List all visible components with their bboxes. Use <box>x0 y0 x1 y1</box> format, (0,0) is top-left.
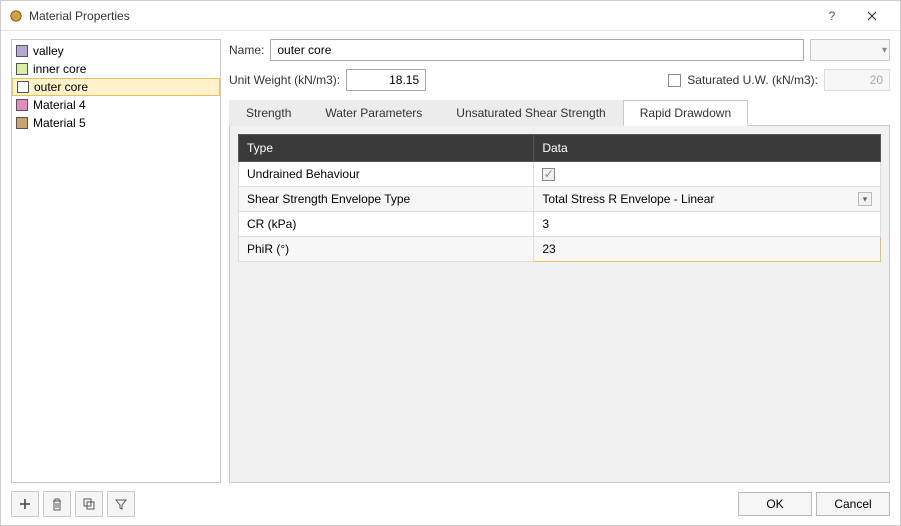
grid-cell-type[interactable]: Undrained Behaviour <box>239 162 534 187</box>
copy-button[interactable] <box>75 491 103 517</box>
trash-icon <box>51 498 63 511</box>
material-item[interactable]: Material 5 <box>12 114 220 132</box>
saturated-input <box>824 69 890 91</box>
ok-button[interactable]: OK <box>738 492 812 516</box>
dialog-body: valley inner core outer core Material 4 Mate… <box>1 31 900 483</box>
material-list-panel: valley inner core outer core Material 4 Mate… <box>11 39 221 483</box>
unit-weight-label: Unit Weight (kN/m3): <box>229 73 340 87</box>
grid-row: Shear Strength Envelope Type Total Stress… <box>239 187 881 212</box>
material-label: inner core <box>33 62 86 76</box>
tab-rapid-drawdown[interactable]: Rapid Drawdown <box>623 100 748 126</box>
filter-icon <box>115 498 127 510</box>
grid-cell-data[interactable]: ✓ <box>534 162 881 187</box>
chevron-down-icon: ▾ <box>882 45 887 56</box>
dialog-window: Material Properties ? valley inner core ou… <box>0 0 901 526</box>
grid-row: Undrained Behaviour ✓ <box>239 162 881 187</box>
material-swatch <box>16 63 28 75</box>
copy-icon <box>83 498 95 510</box>
grid-header-data[interactable]: Data <box>534 135 881 162</box>
material-label: Material 5 <box>33 116 86 130</box>
hatch-dropdown[interactable]: ▾ <box>810 39 890 61</box>
close-button[interactable] <box>852 2 892 30</box>
material-list[interactable]: valley inner core outer core Material 4 Mate… <box>12 40 220 482</box>
unit-weight-row: Unit Weight (kN/m3): Saturated U.W. (kN/… <box>229 69 890 91</box>
tab-strength[interactable]: Strength <box>229 100 308 126</box>
grid-cell-data[interactable]: Total Stress R Envelope - Linear ▾ <box>534 187 881 212</box>
grid-cell-type[interactable]: Shear Strength Envelope Type <box>239 187 534 212</box>
app-icon <box>9 9 23 23</box>
chevron-down-icon: ▾ <box>858 192 872 206</box>
material-item[interactable]: inner core <box>12 60 220 78</box>
material-swatch <box>16 99 28 111</box>
plus-icon <box>19 498 31 510</box>
main-panel: Name: ▾ Unit Weight (kN/m3): Saturated U… <box>229 39 890 483</box>
grid-row: PhiR (°)23 <box>239 237 881 262</box>
grid-cell-type[interactable]: PhiR (°) <box>239 237 534 262</box>
material-label: Material 4 <box>33 98 86 112</box>
saturated-label: Saturated U.W. (kN/m3): <box>687 73 818 87</box>
material-swatch <box>16 45 28 57</box>
window-title: Material Properties <box>29 9 812 23</box>
tab-bar: StrengthWater ParametersUnsaturated Shea… <box>229 99 890 126</box>
check-icon[interactable]: ✓ <box>542 168 555 181</box>
grid-dropdown-value: Total Stress R Envelope - Linear <box>542 192 714 206</box>
filter-button[interactable] <box>107 491 135 517</box>
material-swatch <box>17 81 29 93</box>
grid-cell-data[interactable]: 23 <box>534 237 881 262</box>
tab-water-parameters[interactable]: Water Parameters <box>308 100 439 126</box>
material-swatch <box>16 117 28 129</box>
tab-unsaturated-shear-strength[interactable]: Unsaturated Shear Strength <box>439 100 622 126</box>
delete-button[interactable] <box>43 491 71 517</box>
material-item[interactable]: outer core <box>12 78 220 96</box>
material-label: valley <box>33 44 64 58</box>
grid-row: CR (kPa)3 <box>239 212 881 237</box>
titlebar: Material Properties ? <box>1 1 900 31</box>
grid-header-type[interactable]: Type <box>239 135 534 162</box>
help-button[interactable]: ? <box>812 2 852 30</box>
tab-pane-rapid-drawdown: Type Data Undrained Behaviour ✓ Shear Stre… <box>229 126 890 483</box>
material-label: outer core <box>34 80 88 94</box>
unit-weight-input[interactable] <box>346 69 426 91</box>
dialog-footer: OK Cancel <box>1 483 900 525</box>
properties-grid: Type Data Undrained Behaviour ✓ Shear Stre… <box>238 134 881 262</box>
grid-cell-type[interactable]: CR (kPa) <box>239 212 534 237</box>
material-item[interactable]: Material 4 <box>12 96 220 114</box>
material-item[interactable]: valley <box>12 42 220 60</box>
name-row: Name: ▾ <box>229 39 890 61</box>
saturated-checkbox[interactable] <box>668 74 681 87</box>
add-button[interactable] <box>11 491 39 517</box>
name-label: Name: <box>229 43 264 57</box>
grid-dropdown[interactable]: Total Stress R Envelope - Linear ▾ <box>542 192 872 206</box>
name-input[interactable] <box>270 39 804 61</box>
grid-cell-data[interactable]: 3 <box>534 212 881 237</box>
close-icon <box>867 11 877 21</box>
cancel-button[interactable]: Cancel <box>816 492 890 516</box>
